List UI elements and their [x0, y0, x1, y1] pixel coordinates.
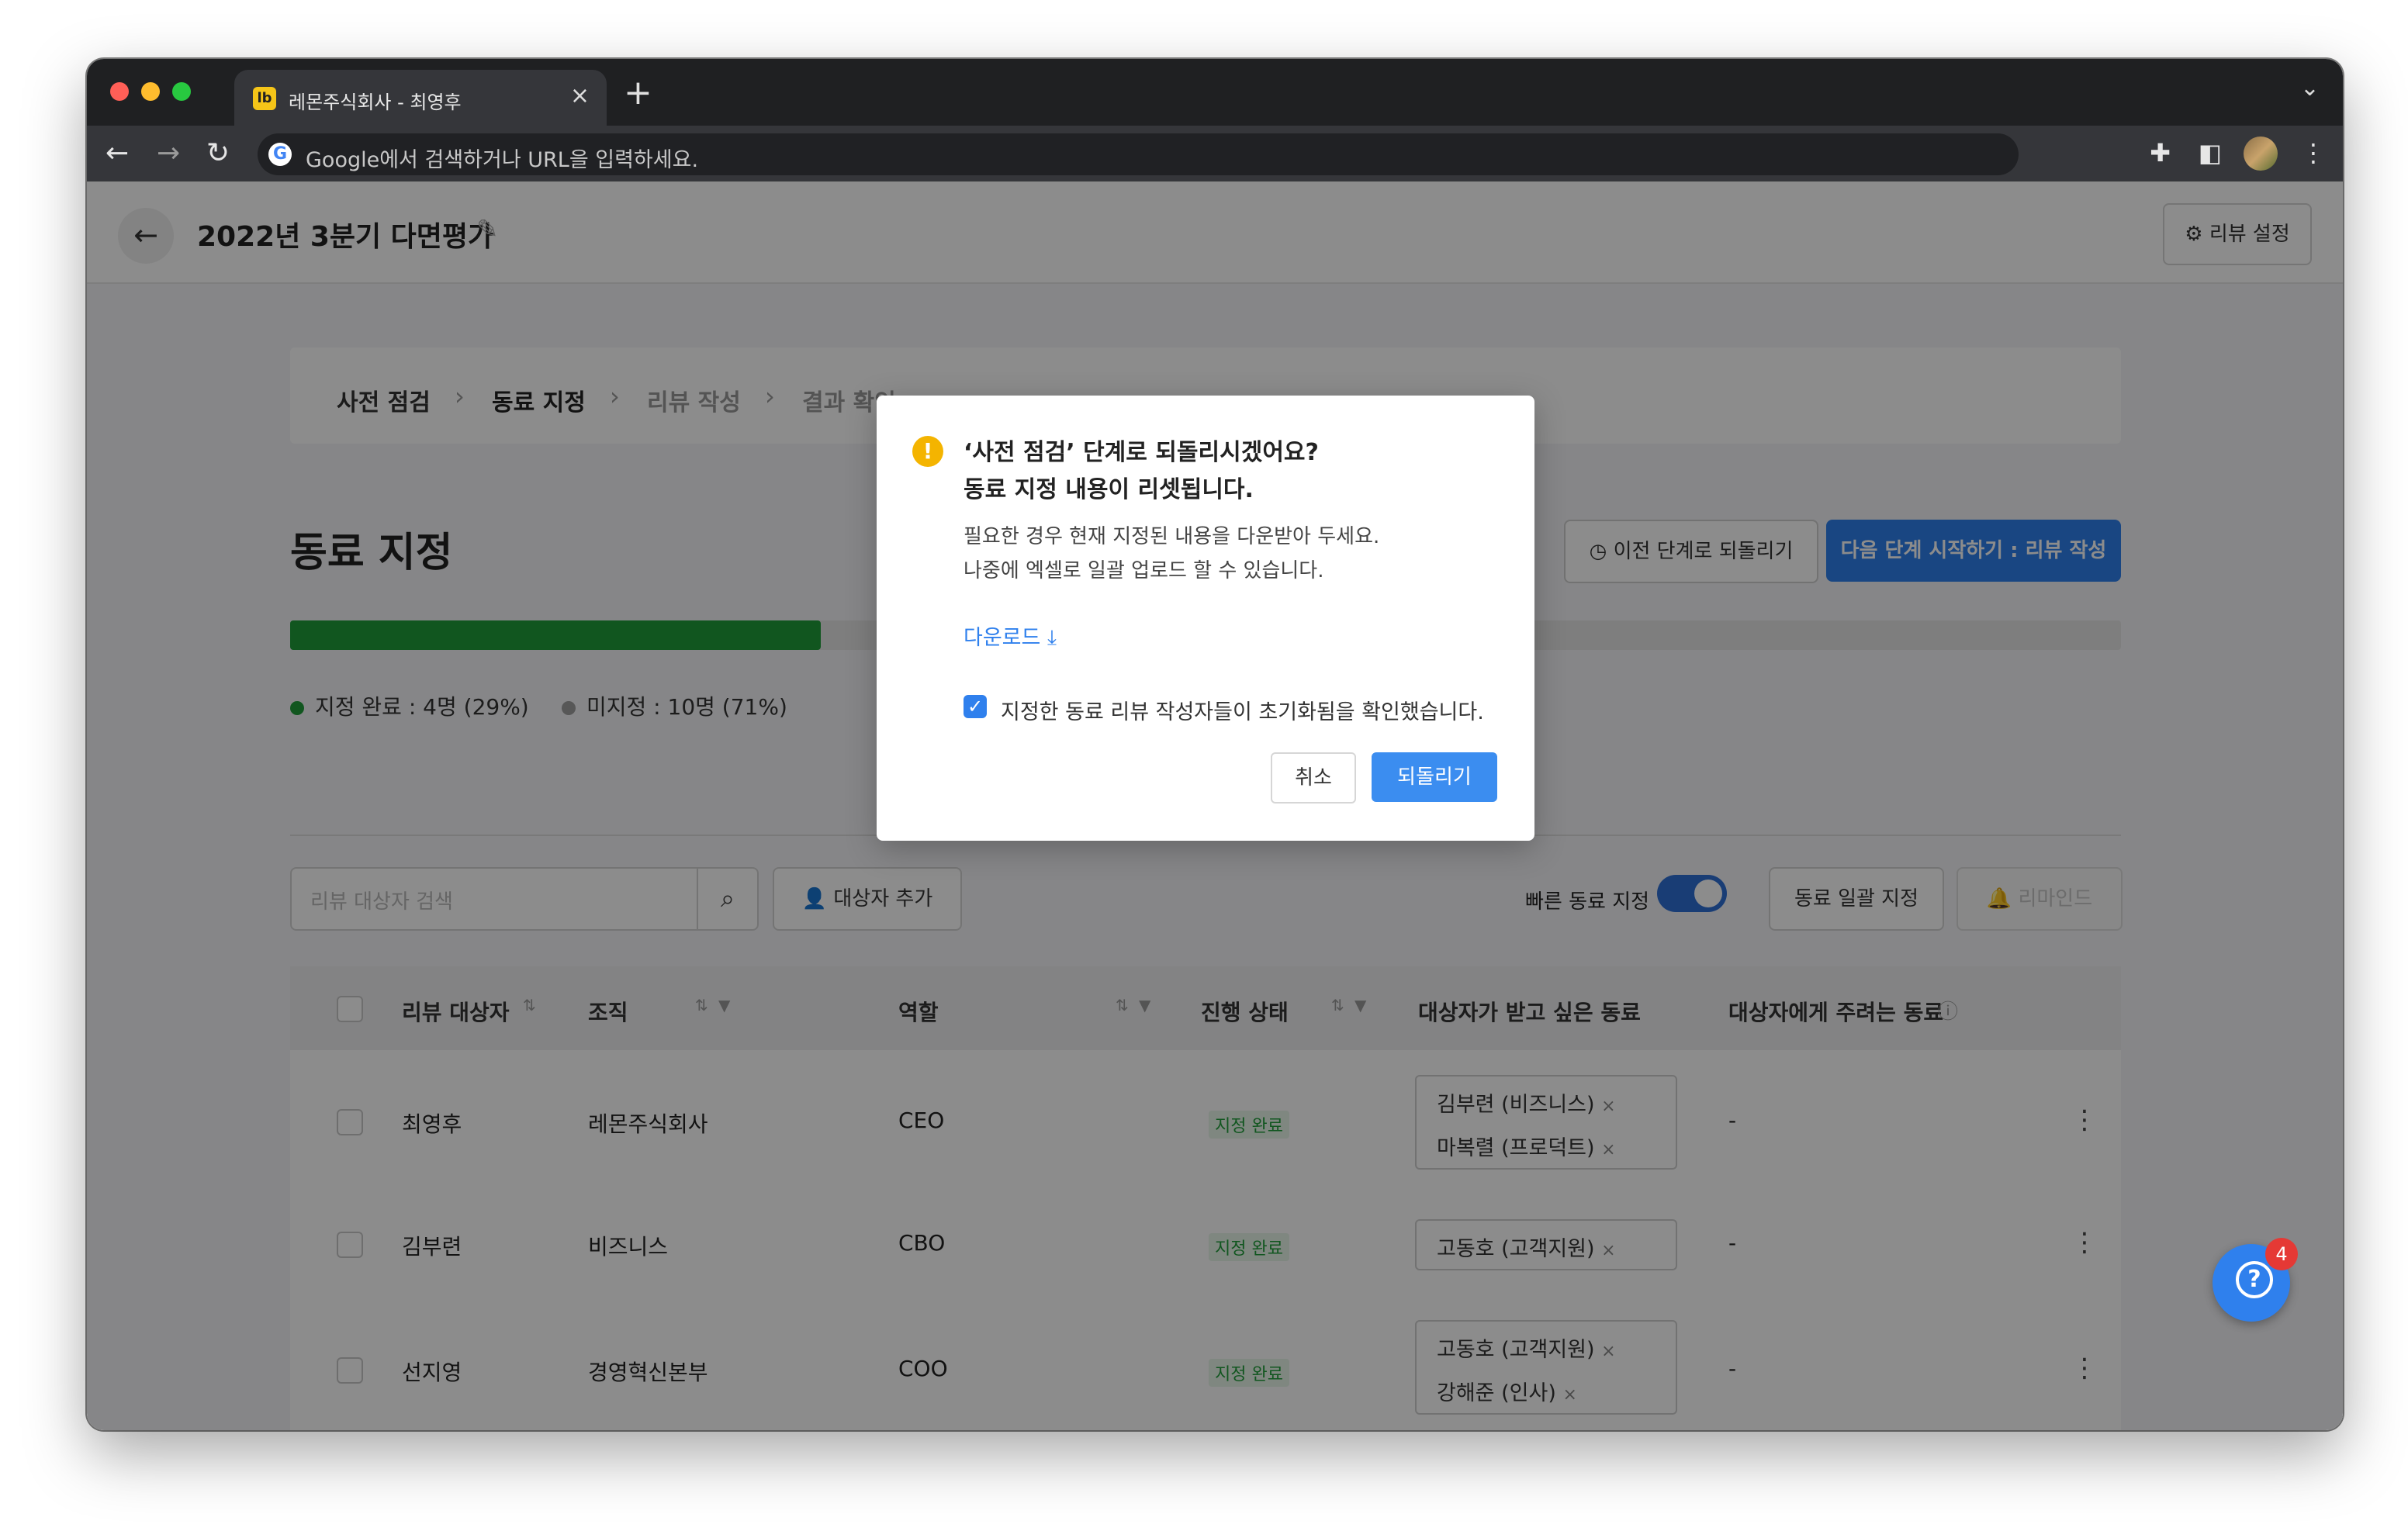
maximize-window-button[interactable] — [172, 82, 191, 101]
back-arrow-icon[interactable]: ← — [106, 135, 129, 172]
reload-icon[interactable]: ↻ — [206, 135, 230, 172]
revert-confirm-dialog: ! ‘사전 점검’ 단계로 되돌리시겠어요? 동료 지정 내용이 리셋됩니다. … — [877, 396, 1534, 841]
question-icon: ? — [2236, 1261, 2273, 1298]
side-panel-icon[interactable]: ◧ — [2199, 138, 2222, 168]
tab-title: 레몬주식회사 - 최영후 — [289, 92, 462, 113]
notification-badge: 4 — [2265, 1238, 2298, 1270]
download-icon: ⤓ — [1047, 626, 1057, 650]
address-placeholder: Google에서 검색하거나 URL을 입력하세요. — [306, 148, 699, 172]
favicon-icon: lb — [253, 87, 276, 110]
dialog-body-line1: 필요한 경우 현재 지정된 내용을 다운받아 두세요. — [964, 525, 1380, 548]
browser-tab[interactable]: lb 레몬주식회사 - 최영후 × — [234, 70, 607, 126]
revert-button[interactable]: 되돌리기 — [1372, 752, 1497, 802]
minimize-window-button[interactable] — [141, 82, 160, 101]
dialog-title-line2: 동료 지정 내용이 리셋됩니다. — [964, 476, 1254, 503]
new-tab-icon[interactable]: + — [624, 73, 652, 112]
profile-avatar[interactable] — [2244, 137, 2278, 171]
close-tab-icon[interactable]: × — [570, 82, 590, 109]
app-page: ← 2022년 3분기 다면평가 ✎ ⚙ 리뷰 설정 사전 점검 › 동료 지정… — [87, 181, 2343, 1430]
extensions-puzzle-icon[interactable]: ✚ — [2150, 138, 2171, 168]
close-window-button[interactable] — [110, 82, 129, 101]
confirm-checkbox[interactable]: ✓ — [964, 695, 987, 718]
dialog-body-line2: 나중에 엑셀로 일괄 업로드 할 수 있습니다. — [964, 559, 1324, 582]
forward-arrow-icon[interactable]: → — [157, 135, 180, 172]
tab-strip: lb 레몬주식회사 - 최영후 × + ⌄ — [87, 59, 2343, 126]
browser-window: lb 레몬주식회사 - 최영후 × + ⌄ ← → ↻ G Google에서 검… — [87, 59, 2343, 1430]
google-icon: G — [268, 143, 292, 166]
address-bar[interactable]: G Google에서 검색하거나 URL을 입력하세요. — [258, 133, 2019, 175]
more-menu-icon[interactable]: ⋮ — [2301, 138, 2326, 168]
download-label: 다운로드 — [964, 626, 1041, 650]
dialog-title: ‘사전 점검’ 단계로 되돌리시겠어요? 동료 지정 내용이 리셋됩니다. — [964, 434, 1319, 509]
browser-toolbar: ← → ↻ G Google에서 검색하거나 URL을 입력하세요. ✚ ◧ ⋮ — [87, 126, 2343, 181]
warning-icon: ! — [912, 436, 943, 467]
confirm-label[interactable]: 지정한 동료 리뷰 작성자들이 초기화됨을 확인했습니다. — [1001, 695, 1484, 725]
download-link[interactable]: 다운로드 ⤓ — [964, 620, 1057, 651]
cancel-button[interactable]: 취소 — [1271, 752, 1356, 804]
tab-search-chevron-icon[interactable]: ⌄ — [2300, 74, 2320, 102]
dialog-body: 필요한 경우 현재 지정된 내용을 다운받아 두세요. 나중에 엑셀로 일괄 업… — [964, 520, 1379, 588]
dialog-title-line1: ‘사전 점검’ 단계로 되돌리시겠어요? — [964, 439, 1319, 466]
